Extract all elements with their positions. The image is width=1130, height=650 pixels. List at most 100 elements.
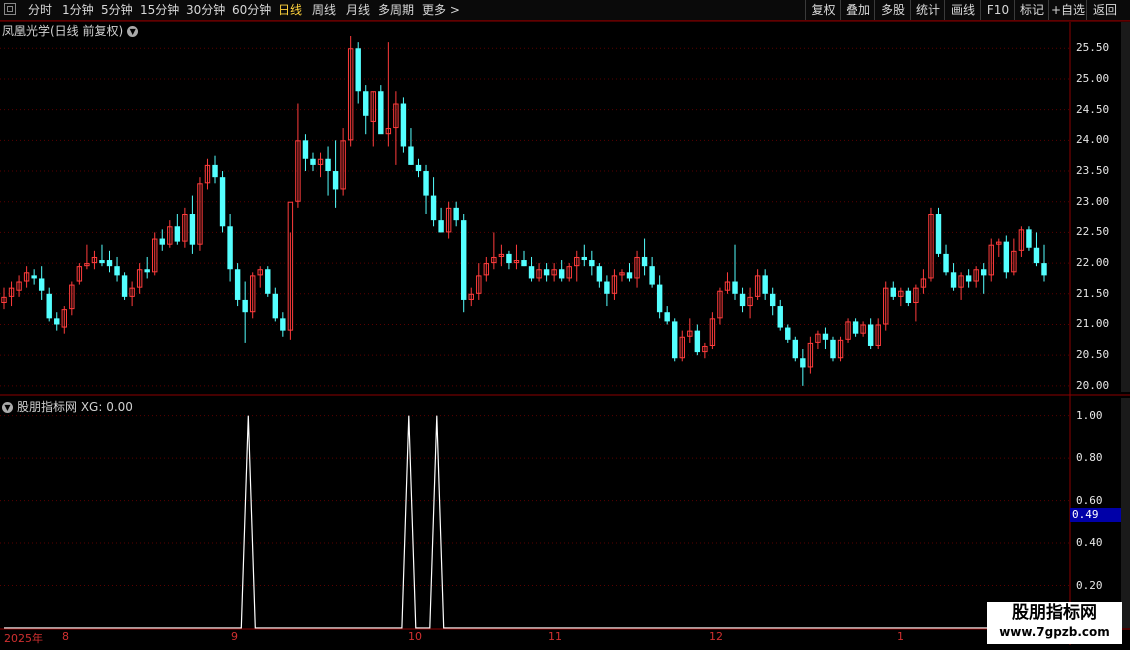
indicator-axis-label: 0.40 [1076,536,1103,550]
candle-body [988,244,994,276]
chevron-down-icon[interactable]: ▼ [2,402,13,413]
candle [928,207,934,282]
date-axis-label: 1 [897,630,904,643]
menu-icon[interactable] [4,3,16,15]
period-tab[interactable]: 日线 [278,1,302,19]
candle [189,195,196,254]
candle-body [928,214,934,279]
toolbar-button[interactable]: 返回 [1086,0,1123,20]
candle-body [958,275,964,288]
chevron-down-icon[interactable]: ▼ [127,26,139,37]
stock-chart[interactable] [0,0,1130,650]
candle [830,336,836,362]
candle [182,207,188,248]
period-tab[interactable]: 15分钟 [140,1,179,19]
indicator-panel-header: ▼ 股朋指标网 XG: 0.00 [2,398,133,415]
candle-body [460,220,467,300]
candle-body [295,140,301,202]
candle [754,269,761,300]
candle-body [694,330,701,353]
period-tab[interactable]: 更多 > [422,1,460,19]
candle [506,250,512,270]
candle-body [84,263,90,267]
period-tab[interactable]: 周线 [312,1,336,19]
candle-body [423,171,429,196]
candle [46,287,52,322]
period-toolbar: 分时 1分钟 5分钟 15分钟 30分钟 60分钟 日线 周线 月线 多周期 更多 > 复权 叠加 多股… [0,0,1130,21]
candle-body [996,241,1002,245]
candle [227,214,233,282]
toolbar-button[interactable]: 画线 [944,0,981,20]
period-tab[interactable]: 月线 [346,1,370,19]
toolbar-button[interactable]: 复权 [805,0,841,20]
candle-body [159,238,165,245]
candle-body [747,296,753,307]
candle [672,318,678,362]
candle-body [860,324,866,334]
candle-body [898,290,904,297]
candle [61,306,68,334]
candle-body [234,269,241,300]
side-panel-strip[interactable] [1121,22,1130,392]
period-tab[interactable]: 5分钟 [101,1,133,19]
candle-body [513,260,520,264]
period-tab[interactable]: 1分钟 [62,1,94,19]
period-tab[interactable]: 30分钟 [186,1,225,19]
period-tab[interactable]: 60分钟 [232,1,271,19]
side-panel-strip-lower[interactable] [1121,398,1130,628]
candle [1,287,7,310]
price-axis-label: 23.00 [1076,194,1110,208]
candle [106,250,113,273]
candle-body [973,269,979,282]
candle-body [287,201,294,331]
current-value-marker: 0.49 [1070,508,1122,522]
period-tab[interactable]: 多周期 [378,1,414,19]
candle [325,146,331,196]
candle [121,272,128,300]
candle-body [777,306,783,328]
candle-body [265,269,271,294]
candle-body [543,269,550,276]
candle-body [310,158,316,165]
date-axis-label: 2025年 [4,632,43,645]
candle-body [581,256,588,261]
candle [641,238,648,276]
candle-body [332,171,339,190]
toolbar-button[interactable]: 统计 [910,0,945,20]
candle-body [943,253,949,273]
toolbar-button[interactable]: F10 [980,0,1015,20]
price-axis-label: 22.50 [1076,225,1110,239]
candle [649,256,655,288]
toolbar-button[interactable]: 叠加 [840,0,875,20]
candle-body [31,275,37,279]
candle-body [754,275,761,297]
candle [167,220,173,248]
candle-body [8,287,15,297]
candle-body [340,140,346,190]
candle [574,250,580,282]
candle [280,312,286,337]
toolbar-button[interactable]: 标记 [1014,0,1049,20]
toolbar-button[interactable]: +自选 [1048,0,1087,20]
candle-body [76,266,83,282]
candle [129,281,135,307]
candle [724,272,731,294]
candle [558,260,565,282]
candle [920,269,927,294]
toolbar-button[interactable]: 多股 [874,0,911,20]
candle [581,244,588,267]
candle-body [807,342,814,368]
candle [762,269,768,300]
candle [589,250,595,276]
indicator-axis-label: 0.80 [1076,451,1103,465]
candle [1003,235,1010,279]
candle [423,164,429,214]
candle [867,318,874,350]
candle-body [649,266,655,285]
candle-body [890,287,896,297]
candle-body [69,284,75,310]
candle [634,250,640,288]
candle-body [626,272,633,279]
candle [996,238,1002,257]
period-tab[interactable]: 分时 [28,1,52,19]
